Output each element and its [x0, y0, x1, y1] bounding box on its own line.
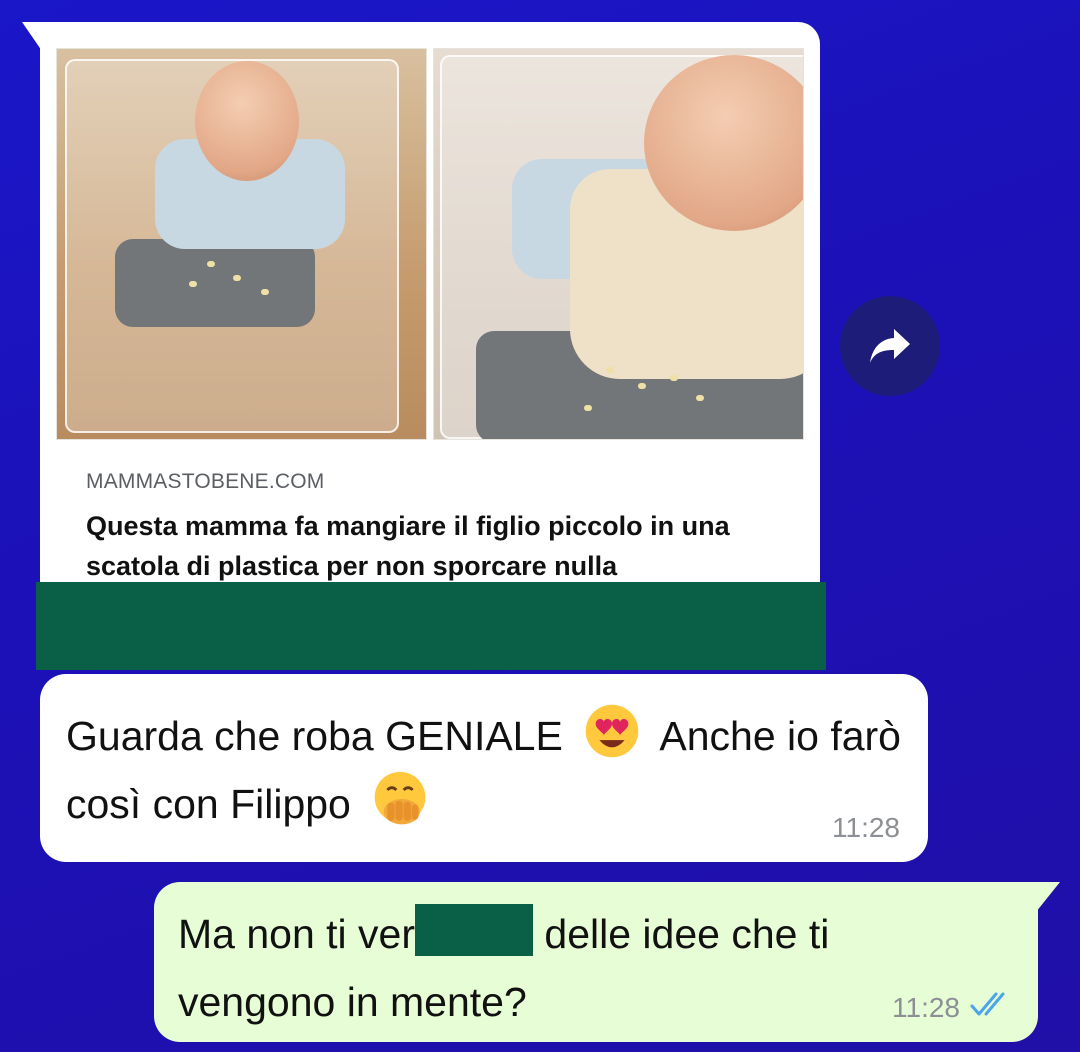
redaction-block-inline: [415, 904, 533, 956]
link-title[interactable]: Questa mamma fa mangiare il figlio picco…: [86, 506, 796, 586]
outgoing-message-time: 11:28: [892, 992, 960, 1023]
forward-arrow-icon: [870, 329, 910, 363]
outgoing-text-before: Ma non ti ver: [178, 911, 415, 957]
outgoing-bubble-tail: [1036, 882, 1060, 912]
heart-eyes-emoji-icon: [585, 704, 639, 758]
link-site-name: MAMMASTOBENE.COM: [86, 470, 325, 493]
food-crumb: [584, 405, 592, 411]
feeding-tray: [115, 239, 315, 327]
food-crumb: [207, 261, 215, 267]
link-preview-image[interactable]: [56, 48, 804, 440]
hand-over-mouth-emoji-icon: [374, 771, 426, 825]
incoming-message-text: Guarda che roba GENIALE Anche io farò co…: [66, 702, 916, 838]
food-crumb: [670, 375, 678, 381]
incoming-message-bubble[interactable]: Guarda che roba GENIALE Anche io farò co…: [40, 674, 928, 862]
food-crumb: [233, 275, 241, 281]
outgoing-message-bubble[interactable]: Ma non ti ver delle idee che ti vengono …: [154, 882, 1038, 1042]
preview-photo-right: [433, 48, 804, 440]
food-crumb: [606, 367, 614, 373]
food-crumb: [638, 383, 646, 389]
incoming-message-time: 11:28: [832, 812, 900, 843]
incoming-text-part1: Guarda che roba GENIALE: [66, 713, 563, 759]
food-crumb: [696, 395, 704, 401]
double-check-read-icon: [970, 992, 1005, 1016]
forward-button[interactable]: [840, 296, 940, 396]
food-crumb: [261, 289, 269, 295]
outgoing-message-text: Ma non ti ver delle idee che ti vengono …: [178, 900, 998, 1036]
preview-photo-left: [56, 48, 427, 440]
redaction-block: [36, 582, 826, 670]
food-crumb: [189, 281, 197, 287]
baby-head: [195, 61, 299, 181]
